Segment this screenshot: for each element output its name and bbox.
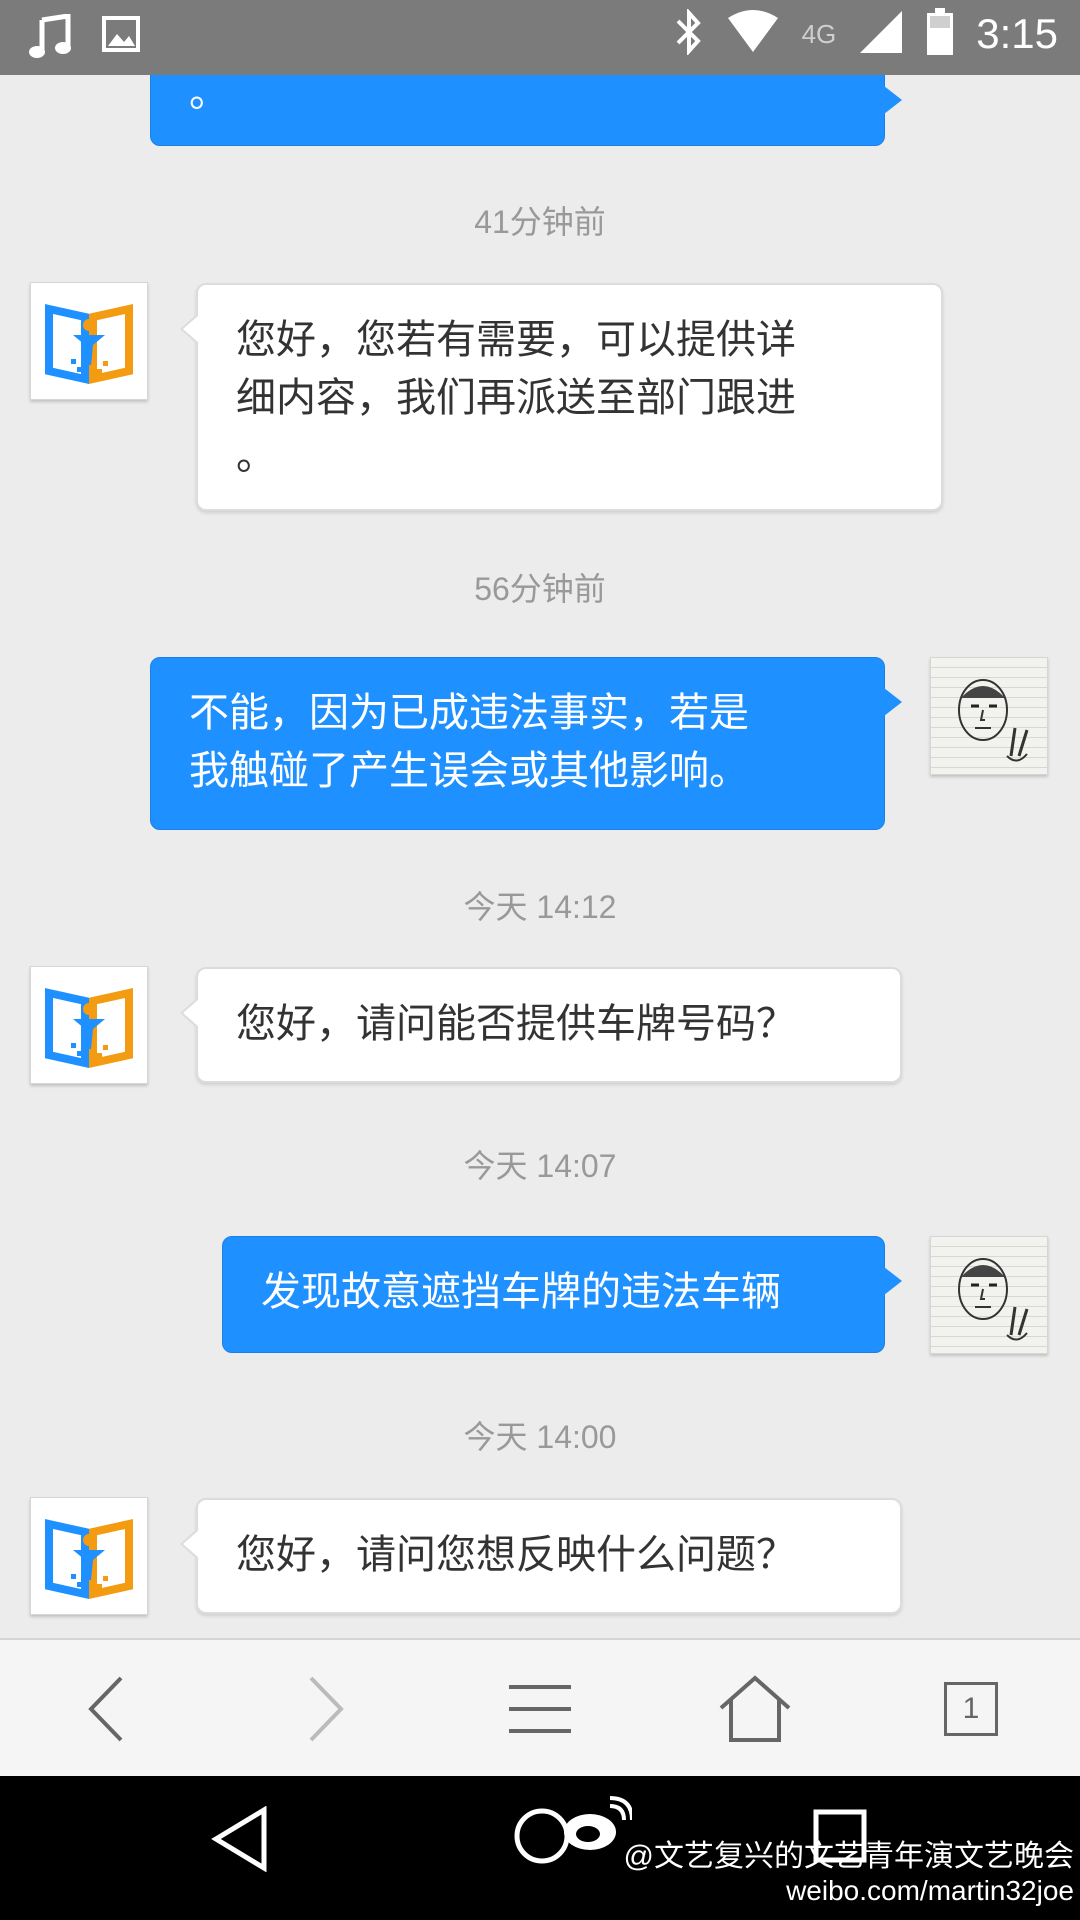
home-button[interactable] [695,1640,815,1778]
message-text-line: 您好，请问您想反映什么问题？ [236,1532,796,1578]
menu-icon [509,1685,571,1733]
service-avatar[interactable] [30,1497,148,1615]
signal-icon [858,9,904,59]
menu-button[interactable] [480,1640,600,1778]
timestamp: 今天 14:00 [463,1419,617,1455]
music-icon [28,13,72,64]
message-text-line: 您好，您若有需要，可以提供详 [236,317,796,363]
message-text-line: 。 [236,433,276,479]
user-avatar[interactable] [930,657,1048,775]
battery-icon [926,8,954,60]
timestamp: 今天 14:12 [463,889,617,925]
system-back-button[interactable] [210,1805,270,1876]
message-text-line: 您好，请问能否提供车牌号码？ [236,1001,796,1047]
back-icon [88,1676,123,1742]
clock: 3:15 [976,10,1058,57]
service-logo-icon [45,1519,133,1599]
message-text-line: 不能，因为已成违法事实，若是 [189,690,749,736]
wifi-icon [726,10,780,58]
message-text-line: 我触碰了产生误会或其他影响。 [189,748,749,794]
chat-list[interactable]: 。 41分钟前 您好，您若有需要，可以提供详 细内容，我们再派送至部门跟进 。 … [0,75,1080,1638]
timestamp: 41分钟前 [474,204,606,240]
tabs-icon: 1 [944,1682,998,1736]
message-bubble-incoming[interactable]: 您好，请问能否提供车牌号码？ [180,967,902,1083]
service-avatar[interactable] [30,966,148,1084]
message-bubble-incoming[interactable]: 您好，您若有需要，可以提供详 细内容，我们再派送至部门跟进 。 [180,283,943,511]
message-bubble-outgoing[interactable]: 。 [150,75,902,146]
back-button[interactable] [48,1640,168,1778]
weibo-logo-icon [560,1796,634,1860]
watermark-author: @文艺复兴的文艺青年演文艺晚会 [623,1840,1074,1873]
home-icon [719,1675,791,1742]
message-text-line: 细内容，我们再派送至部门跟进 [236,375,796,421]
forward-button[interactable] [264,1640,384,1778]
message-bubble-incoming[interactable]: 您好，请问您想反映什么问题？ [180,1498,902,1614]
message-bubble-outgoing[interactable]: 不能，因为已成违法事实，若是 我触碰了产生误会或其他影响。 [150,657,902,830]
bluetooth-icon [674,7,704,59]
user-avatar[interactable] [930,1236,1048,1354]
service-logo-icon [45,304,133,384]
message-text-line: 发现故意遮挡车牌的违法车辆 [261,1269,781,1315]
message-text: 。 [189,75,229,116]
status-bar: 4G 3:15 [0,0,1080,75]
message-bubble-outgoing[interactable]: 发现故意遮挡车牌的违法车辆 [222,1236,902,1353]
network-type: 4G [801,18,837,49]
user-sketch-face-icon [958,679,1029,762]
service-logo-icon [45,988,133,1068]
forward-icon [309,1676,344,1742]
watermark-url: weibo.com/martin32joe [786,1875,1074,1906]
service-avatar[interactable] [30,282,148,400]
tabs-button[interactable]: 1 [911,1640,1031,1778]
watermark: @文艺复兴的文艺青年演文艺晚会 weibo.com/martin32joe [624,1840,1074,1908]
system-back-icon [211,1805,267,1873]
browser-toolbar: 1 [0,1638,1080,1778]
timestamp: 56分钟前 [474,571,606,607]
image-icon [102,14,140,64]
timestamp: 今天 14:07 [463,1148,617,1184]
user-sketch-face-icon [958,1258,1029,1341]
tab-count: 1 [962,1692,980,1725]
